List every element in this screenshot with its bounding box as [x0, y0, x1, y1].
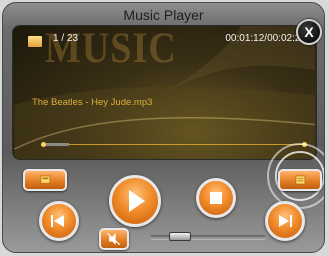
volume-thumb[interactable]: [169, 232, 191, 241]
seek-bar[interactable]: [41, 142, 307, 147]
playlist-icon[interactable]: [28, 36, 42, 47]
volume-slider[interactable]: [150, 232, 266, 241]
close-button[interactable]: X: [296, 19, 322, 45]
seek-start-dot: [41, 142, 46, 147]
track-index: 1 / 23: [53, 33, 79, 44]
close-icon: X: [304, 24, 314, 40]
mute-icon: [107, 232, 121, 246]
next-icon: [279, 215, 292, 227]
window-title: Music Player: [123, 7, 204, 23]
time-display: 00:01:12/00:02:28: [225, 33, 306, 44]
display-screen: MUSIC 1 / 23 00:01:12/00:02:28 The Beatl…: [12, 25, 317, 160]
list-button[interactable]: [278, 169, 322, 191]
stop-icon: [210, 192, 222, 204]
seek-progress: [43, 143, 70, 146]
previous-icon: [51, 215, 64, 227]
next-button[interactable]: [265, 201, 305, 241]
play-icon: [129, 190, 145, 212]
previous-button[interactable]: [39, 201, 79, 241]
mute-button[interactable]: [99, 228, 129, 250]
stop-button[interactable]: [196, 178, 236, 218]
music-player-window: Music Player MUSIC 1 / 23 00:01:12/00:02…: [2, 2, 325, 253]
playlist-button[interactable]: [23, 169, 67, 191]
playlist-icon: [40, 175, 51, 184]
song-title: The Beatles - Hey Jude.mp3: [32, 97, 153, 108]
list-icon: [295, 175, 306, 185]
play-button[interactable]: [109, 175, 161, 227]
